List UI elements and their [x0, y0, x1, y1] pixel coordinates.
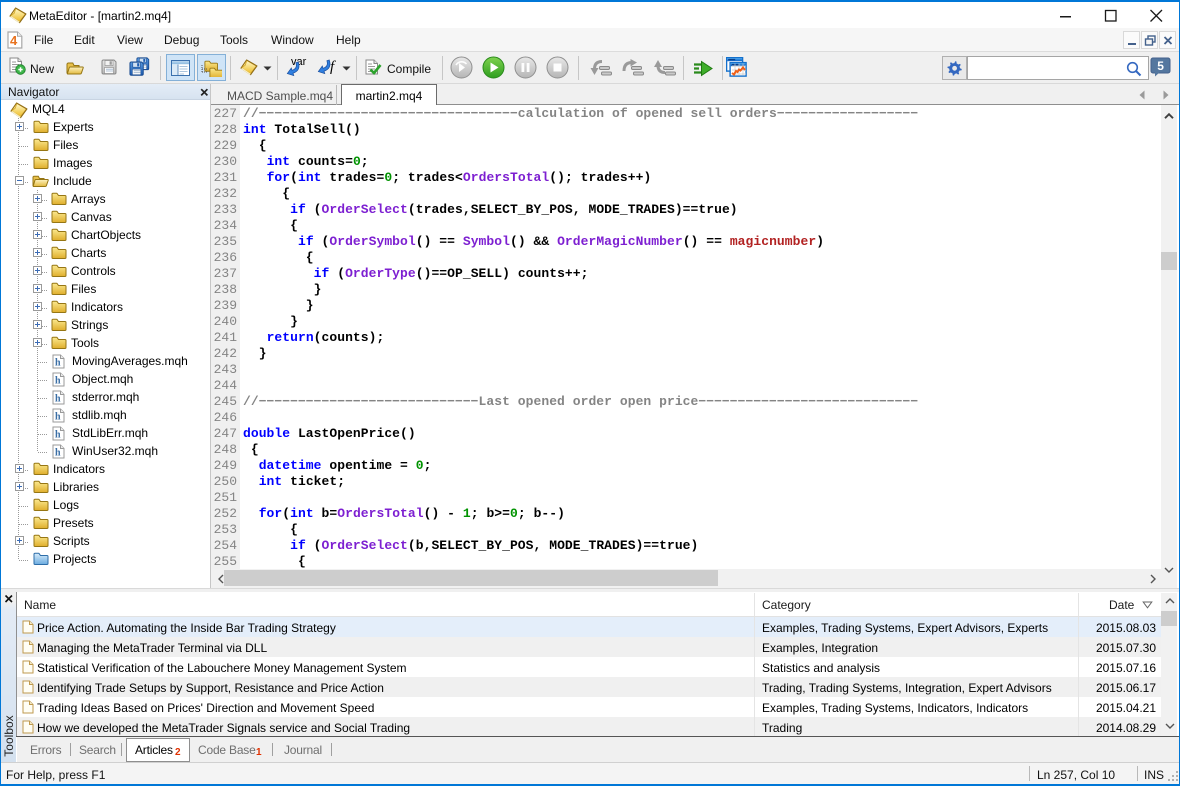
svg-text:h: h: [55, 394, 61, 405]
svg-text:h: h: [55, 412, 61, 423]
svg-text:5: 5: [1157, 59, 1164, 73]
svg-text:4: 4: [10, 33, 18, 48]
svg-text:h: h: [55, 376, 61, 387]
svg-text:h: h: [55, 448, 61, 459]
svg-text:h: h: [55, 430, 61, 441]
svg-text:h: h: [55, 358, 61, 369]
svg-text:f: f: [330, 59, 336, 75]
